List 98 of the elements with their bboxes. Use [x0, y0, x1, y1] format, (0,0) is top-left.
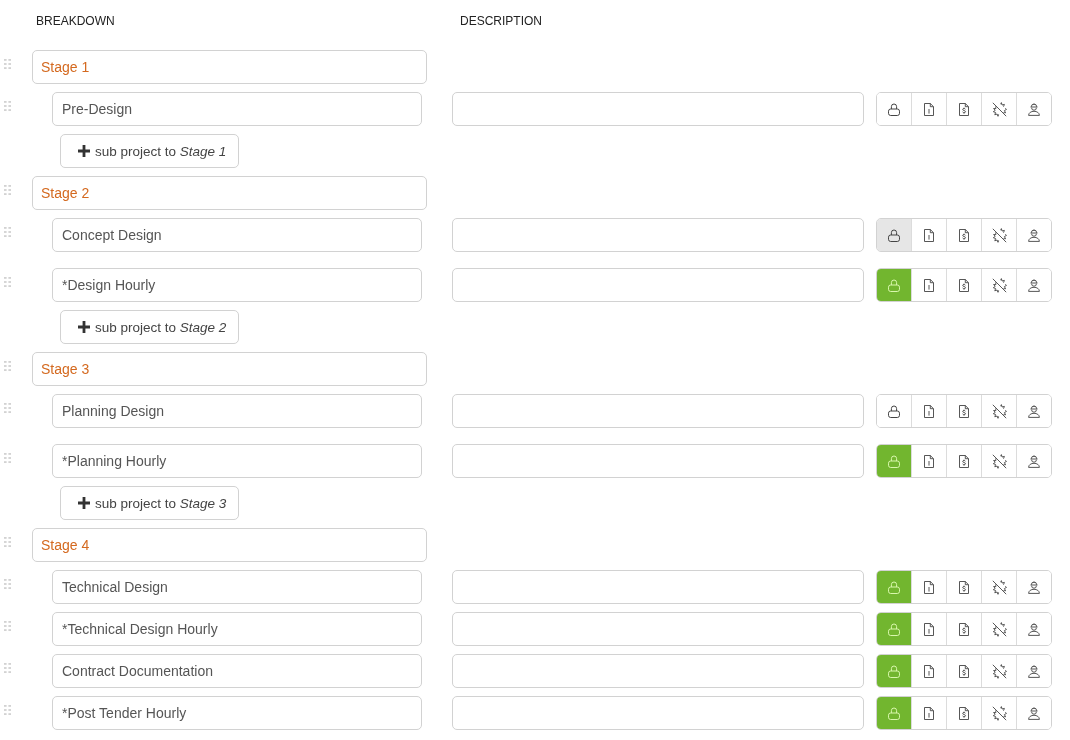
description-field[interactable] [452, 570, 864, 604]
lock-icon [888, 664, 900, 678]
dollar-document-icon [959, 706, 969, 720]
description-field[interactable] [452, 218, 864, 252]
hard-hat-person-icon [1028, 454, 1040, 468]
description-field[interactable] [452, 696, 864, 730]
drag-handle-icon[interactable] [4, 277, 11, 287]
subproject-name-field[interactable]: Contract Documentation [52, 654, 422, 688]
description-field[interactable] [452, 394, 864, 428]
drag-handle-icon[interactable] [4, 185, 11, 195]
crossed-out-star-icon [991, 403, 1007, 419]
dollar-document-icon [959, 580, 969, 594]
hard-hat-person-icon [1028, 404, 1040, 418]
subproject-name-field[interactable]: Pre-Design [52, 92, 422, 126]
drag-handle-icon[interactable] [4, 101, 11, 111]
hard-hat-person-icon [1028, 278, 1040, 292]
document-icon [924, 278, 934, 292]
person-button[interactable] [1016, 219, 1051, 251]
subproject-name-field[interactable]: Technical Design [52, 570, 422, 604]
plus-icon [78, 321, 90, 333]
hard-hat-person-icon [1028, 622, 1040, 636]
document-icon [924, 664, 934, 678]
add-subproject-button[interactable]: sub project to Stage 1 [60, 134, 240, 168]
description-field[interactable] [452, 268, 864, 302]
subproject-name-field[interactable]: Concept Design [52, 218, 422, 252]
person-button[interactable] [1016, 571, 1051, 603]
add-subproject-button[interactable]: sub project to Stage 2 [60, 310, 240, 344]
crossed-out-star-icon [991, 579, 1007, 595]
subproject-name-field[interactable]: *Technical Design Hourly [52, 612, 422, 646]
drag-handle-icon[interactable] [4, 621, 11, 631]
document-icon [924, 404, 934, 418]
dollar-document-icon [959, 454, 969, 468]
stage-name-field[interactable]: Stage 4 [32, 528, 427, 562]
plus-icon [78, 145, 90, 157]
plus-icon [78, 497, 90, 509]
drag-handle-icon[interactable] [4, 663, 11, 673]
document-icon [924, 580, 934, 594]
subproject-name-field[interactable]: Planning Design [52, 394, 422, 428]
crossed-out-star-icon [991, 101, 1007, 117]
drag-handle-icon[interactable] [4, 453, 11, 463]
description-field[interactable] [452, 444, 864, 478]
dollar-document-icon [959, 278, 969, 292]
stage-name-field[interactable]: Stage 2 [32, 176, 427, 210]
drag-handle-icon[interactable] [4, 59, 11, 69]
add-subproject-button[interactable]: sub project to Stage 3 [60, 486, 240, 520]
description-field[interactable] [452, 92, 864, 126]
person-button[interactable] [1016, 445, 1051, 477]
person-button[interactable] [1016, 613, 1051, 645]
drag-handle-icon[interactable] [4, 579, 11, 589]
person-button[interactable] [1016, 395, 1051, 427]
drag-handle-icon[interactable] [4, 537, 11, 547]
stage-name-field[interactable]: Stage 1 [32, 50, 427, 84]
description-field[interactable] [452, 654, 864, 688]
document-icon [924, 228, 934, 242]
hard-hat-person-icon [1028, 228, 1040, 242]
person-button[interactable] [1016, 697, 1051, 729]
crossed-out-star-icon [991, 621, 1007, 637]
column-header: BREAKDOWN [36, 13, 116, 29]
crossed-out-star-icon [991, 705, 1007, 721]
hard-hat-person-icon [1028, 580, 1040, 594]
drag-handle-icon[interactable] [4, 705, 11, 715]
hard-hat-person-icon [1028, 102, 1040, 116]
document-icon [924, 102, 934, 116]
hard-hat-person-icon [1028, 664, 1040, 678]
person-button[interactable] [1016, 269, 1051, 301]
crossed-out-star-icon [991, 453, 1007, 469]
lock-icon [888, 228, 900, 242]
drag-handle-icon[interactable] [4, 227, 11, 237]
subproject-name-field[interactable]: *Post Tender Hourly [52, 696, 422, 730]
lock-icon [888, 404, 900, 418]
lock-icon [888, 706, 900, 720]
crossed-out-star-icon [991, 663, 1007, 679]
dollar-document-icon [959, 622, 969, 636]
lock-icon [888, 454, 900, 468]
lock-icon [888, 580, 900, 594]
lock-icon [888, 102, 900, 116]
crossed-out-star-icon [991, 227, 1007, 243]
description-field[interactable] [452, 612, 864, 646]
lock-icon [888, 622, 900, 636]
dollar-document-icon [959, 228, 969, 242]
document-icon [924, 622, 934, 636]
column-header: DESCRIPTION [460, 13, 542, 29]
person-button[interactable] [1016, 655, 1051, 687]
person-button[interactable] [1016, 93, 1051, 125]
document-icon [924, 454, 934, 468]
subproject-name-field[interactable]: *Design Hourly [52, 268, 422, 302]
lock-icon [888, 278, 900, 292]
dollar-document-icon [959, 404, 969, 418]
lock-button[interactable] [877, 219, 911, 251]
stage-name-field[interactable]: Stage 3 [32, 352, 427, 386]
dollar-document-icon [959, 664, 969, 678]
dollar-document-icon [959, 102, 969, 116]
drag-handle-icon[interactable] [4, 403, 11, 413]
hard-hat-person-icon [1028, 706, 1040, 720]
drag-handle-icon[interactable] [4, 361, 11, 371]
crossed-out-star-icon [991, 277, 1007, 293]
subproject-name-field[interactable]: *Planning Hourly [52, 444, 422, 478]
document-icon [924, 706, 934, 720]
